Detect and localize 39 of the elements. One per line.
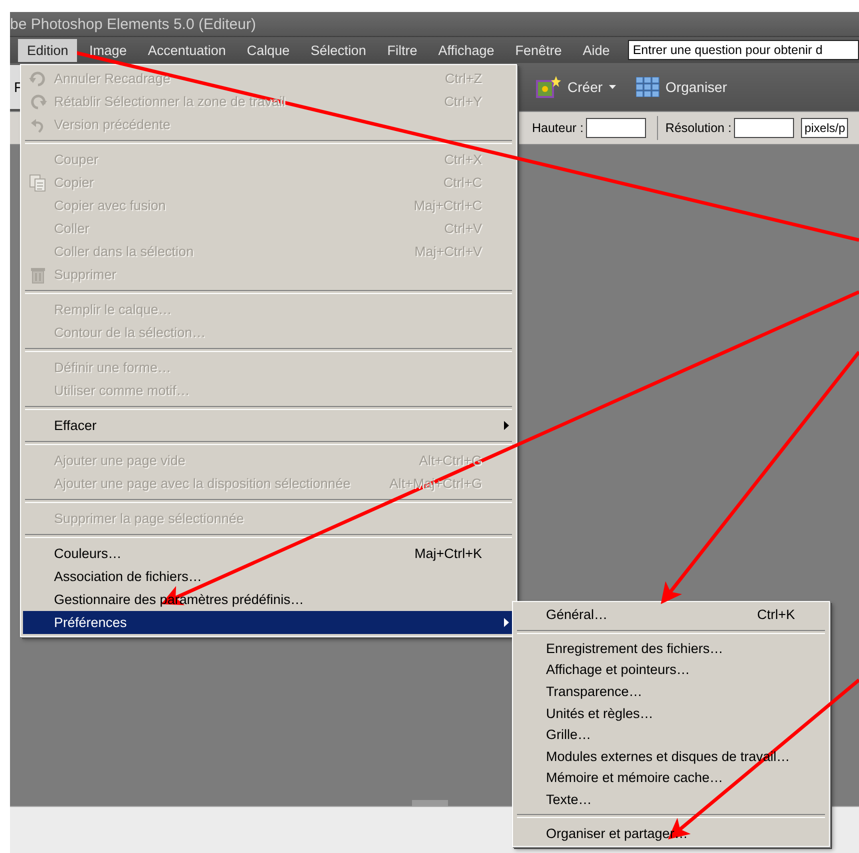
- menu-item[interactable]: Effacer: [23, 414, 514, 437]
- field-label: Résolution :: [665, 121, 732, 135]
- menu-item[interactable]: Association de fichiers…: [23, 565, 514, 588]
- menu-bar-item[interactable]: Sélection: [302, 38, 376, 62]
- menu-bar-item[interactable]: Filtre: [378, 38, 426, 62]
- trash-icon: [30, 266, 46, 284]
- menu-bar-item[interactable]: Aide: [574, 38, 619, 62]
- submenu-arrow-icon: [504, 421, 509, 430]
- menu-item[interactable]: Général… Ctrl+K: [515, 604, 827, 626]
- menu-item[interactable]: Affichage et pointeurs…: [515, 659, 827, 681]
- window-title: be Photoshop Elements 5.0 (Editeur): [10, 16, 256, 32]
- menu-bar-item[interactable]: Affichage: [429, 38, 504, 62]
- menu-item[interactable]: Grille…: [515, 724, 827, 746]
- input-field[interactable]: [586, 118, 646, 138]
- menu-item[interactable]: Couleurs… Maj+Ctrl+K: [23, 542, 514, 565]
- menu-item[interactable]: Transparence…: [515, 680, 827, 702]
- undo-icon: [28, 70, 48, 86]
- organizer-button[interactable]: Organiser: [634, 75, 729, 99]
- picture-star-icon: [536, 75, 562, 99]
- menu-item[interactable]: Mémoire et mémoire cache…: [515, 767, 827, 789]
- menu-bar-item[interactable]: Edition: [18, 38, 78, 62]
- menu-bar-item[interactable]: Calque: [238, 38, 299, 62]
- menu-bar-item[interactable]: Accentuation: [138, 38, 235, 62]
- create-button[interactable]: Créer: [534, 73, 618, 101]
- submenu-arrow-icon: [504, 618, 509, 627]
- panel-handle[interactable]: [412, 800, 448, 806]
- input-field[interactable]: [734, 118, 794, 138]
- field-label: Hauteur :: [532, 121, 584, 135]
- menu-bar-item[interactable]: Image: [80, 38, 136, 62]
- menu-item[interactable]: Enregistrement des fichiers…: [515, 638, 827, 660]
- menu-item[interactable]: Texte…: [515, 788, 827, 810]
- help-search-field[interactable]: Entrer une question pour obtenir d: [628, 40, 859, 60]
- menu-item[interactable]: Unités et règles…: [515, 702, 827, 724]
- unit-dropdown[interactable]: pixels/p: [801, 118, 848, 138]
- copy-icon: [29, 174, 47, 192]
- grid-icon: [636, 77, 660, 97]
- menu-bar-item[interactable]: Fenêtre: [506, 38, 571, 62]
- redo-icon: [28, 94, 48, 110]
- menu-item[interactable]: Préférences: [23, 611, 514, 634]
